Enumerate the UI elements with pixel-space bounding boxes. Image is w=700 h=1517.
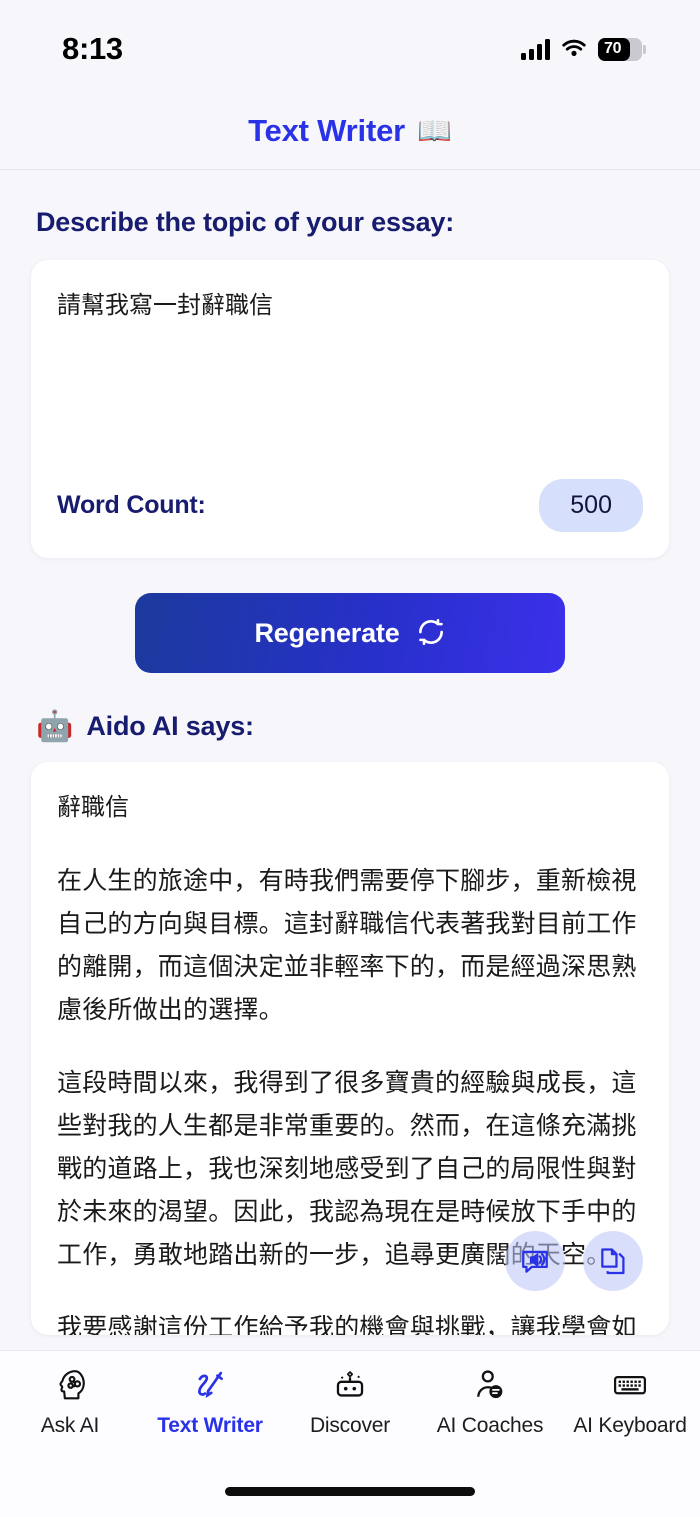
response-paragraph: 我要感謝這份工作給予我的機會與挑戰，讓我學會如何克服困難與與同事合作。這段時光中… <box>57 1314 637 1335</box>
open-book-icon: 📖 <box>416 114 452 146</box>
tab-text-writer[interactable]: Text Writer <box>140 1365 280 1438</box>
app-header: Text Writer 📖 <box>0 92 700 170</box>
response-title: 辭職信 <box>57 794 129 821</box>
bottom-tab-bar: Ask AI Text Writer Discover AI Coaches A… <box>0 1350 700 1465</box>
ai-response-header-label: Aido AI says: <box>86 711 254 741</box>
tab-label: Discover <box>309 1414 391 1437</box>
brain-head-icon <box>51 1365 89 1405</box>
keyboard-icon <box>611 1365 649 1405</box>
robot-icon <box>331 1365 369 1405</box>
status-bar: 8:13 70 <box>0 0 700 92</box>
ai-response-card[interactable]: 辭職信 在人生的旅途中，有時我們需要停下腳步，重新檢視自己的方向與目標。這封辭職… <box>31 762 669 1335</box>
response-actions <box>505 1231 643 1291</box>
tab-label: Ask AI <box>40 1414 100 1437</box>
status-indicators: 70 <box>521 31 646 62</box>
robot-emoji-icon: 🤖 <box>36 709 74 743</box>
pen-writing-icon <box>191 1365 229 1405</box>
person-chat-icon <box>471 1365 509 1405</box>
speak-icon[interactable] <box>505 1231 565 1291</box>
home-indicator[interactable] <box>225 1486 475 1496</box>
tab-ai-keyboard[interactable]: AI Keyboard <box>560 1365 700 1438</box>
copy-icon[interactable] <box>583 1231 643 1291</box>
regenerate-button[interactable]: Regenerate <box>135 593 565 673</box>
word-count-value[interactable]: 500 <box>539 479 643 532</box>
tab-ask-ai[interactable]: Ask AI <box>0 1365 140 1438</box>
battery-icon: 70 <box>598 37 646 61</box>
wifi-icon <box>561 37 587 62</box>
tab-ai-coaches[interactable]: AI Coaches <box>420 1365 560 1438</box>
regenerate-label: Regenerate <box>254 617 400 648</box>
tab-label: AI Keyboard <box>573 1414 687 1437</box>
tab-label: AI Coaches <box>436 1414 544 1437</box>
word-count-row: Word Count: 500 <box>57 479 643 536</box>
response-paragraph: 在人生的旅途中，有時我們需要停下腳步，重新檢視自己的方向與目標。這封辭職信代表著… <box>57 867 637 1024</box>
topic-section-label: Describe the topic of your essay: <box>36 207 455 237</box>
tab-label: Text Writer <box>157 1414 263 1437</box>
app-screen: 8:13 70 Text Writer 📖 Describe the topic… <box>0 0 700 1517</box>
home-indicator-area <box>0 1465 700 1517</box>
word-count-label: Word Count: <box>57 491 206 519</box>
tab-discover[interactable]: Discover <box>280 1365 420 1438</box>
battery-percent: 70 <box>604 40 622 57</box>
ai-response-header: 🤖 Aido AI says: <box>36 711 669 742</box>
cellular-bars-icon <box>521 38 550 60</box>
refresh-icon <box>416 617 446 650</box>
main-content: Describe the topic of your essay: 請幫我寫一封… <box>0 170 700 1350</box>
status-time: 8:13 <box>62 31 123 66</box>
topic-input[interactable]: 請幫我寫一封辭職信 <box>57 288 643 479</box>
prompt-card: 請幫我寫一封辭職信 Word Count: 500 <box>31 260 669 558</box>
regenerate-row: Regenerate <box>31 593 669 673</box>
page-title: Text Writer <box>248 112 405 148</box>
